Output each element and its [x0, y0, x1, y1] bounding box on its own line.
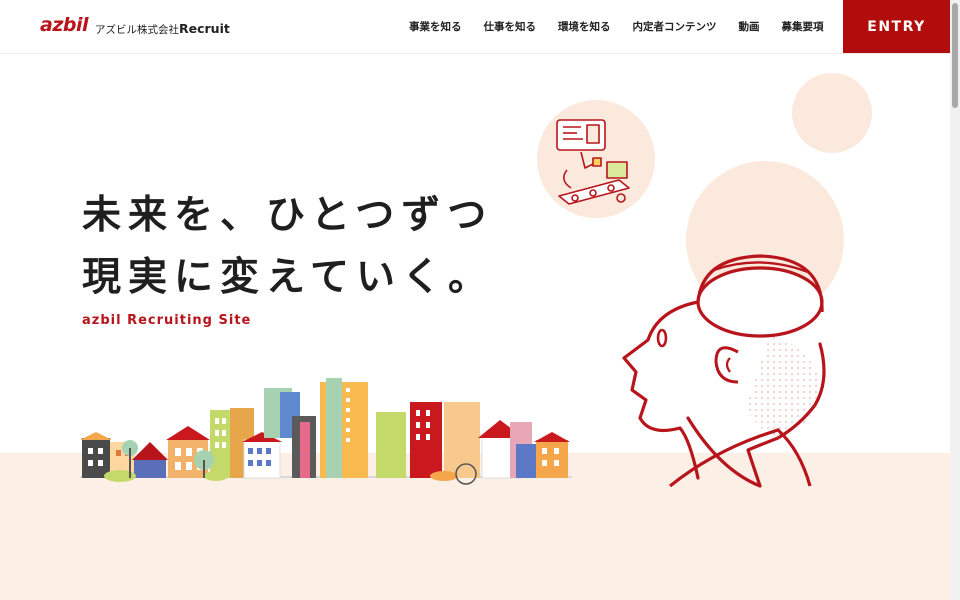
nav-item-naiteisha[interactable]: 内定者コンテンツ — [622, 19, 728, 34]
company-name[interactable]: アズビル株式会社 — [95, 22, 179, 37]
scrollbar-thumb[interactable] — [952, 3, 958, 108]
entry-button[interactable]: ENTRY — [843, 0, 950, 53]
nav-item-requirements[interactable]: 募集要項 — [771, 19, 835, 34]
nav-item-video[interactable]: 動画 — [728, 19, 771, 34]
deco-circle-small — [792, 73, 872, 153]
hero-subtitle: azbil Recruiting Site — [82, 313, 252, 328]
hero-headline-line2: 現実に変えていく。 — [82, 255, 495, 300]
recruit-label[interactable]: Recruit — [179, 21, 230, 36]
azbil-logo[interactable]: azbil — [40, 14, 89, 36]
city-skyline-illustration — [80, 378, 572, 485]
hero-headline-line1: 未来を、ひとつずつ — [82, 193, 494, 238]
head-illustration — [622, 254, 826, 488]
nav-item-environment[interactable]: 環境を知る — [547, 19, 622, 34]
main-nav: 事業を知る 仕事を知る 環境を知る 内定者コンテンツ 動画 募集要項 — [398, 0, 835, 53]
nav-item-business[interactable]: 事業を知る — [398, 19, 473, 34]
nav-item-work[interactable]: 仕事を知る — [473, 19, 548, 34]
robot-arm-illustration — [556, 119, 630, 205]
site-header: azbil アズビル株式会社 Recruit 事業を知る 仕事を知る 環境を知る… — [0, 0, 950, 54]
